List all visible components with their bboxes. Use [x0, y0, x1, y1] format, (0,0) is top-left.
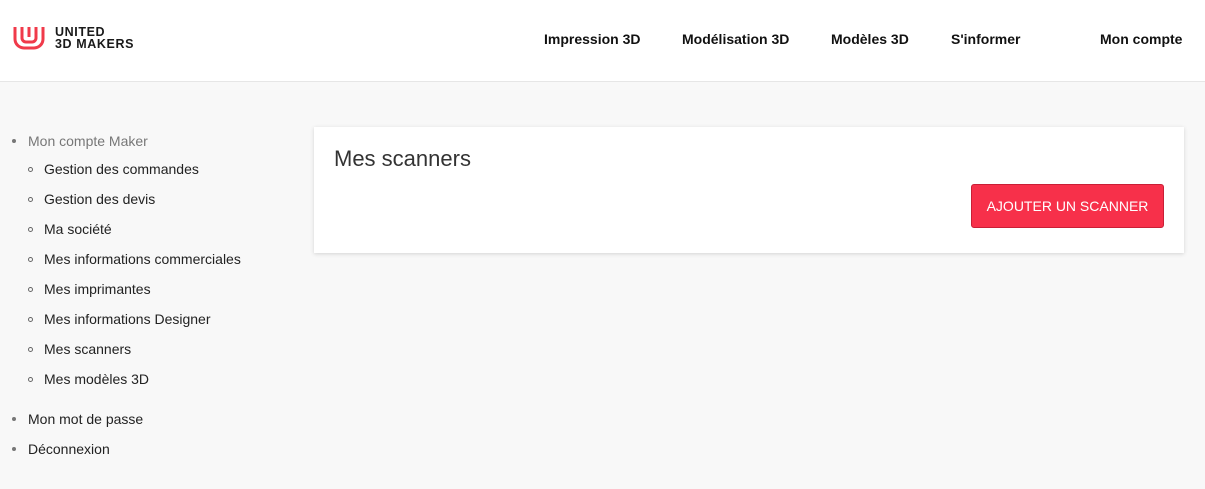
sidebar-item-label: Mes scanners — [44, 341, 132, 357]
page-title: Mes scanners — [334, 146, 471, 171]
bullet-circle-icon — [28, 196, 33, 202]
sidebar-item-label: Mon mot de passe — [28, 411, 144, 427]
bullet-circle-icon — [28, 166, 33, 172]
bullet-icon — [12, 417, 16, 422]
sidebar-item-scanners[interactable]: Mes scanners — [28, 341, 131, 357]
sidebar-section-maker[interactable]: Mon compte Maker — [12, 133, 148, 149]
main-nav: Impression 3D Modélisation 3D Modèles 3D… — [0, 31, 1205, 51]
bullet-icon — [12, 139, 16, 144]
nav-modeles-3d[interactable]: Modèles 3D — [831, 31, 909, 47]
scanners-card: Mes scanners AJOUTER UN SCANNER — [314, 127, 1184, 253]
sidebar-item-logout[interactable]: Déconnexion — [12, 441, 110, 457]
bullet-icon — [12, 447, 16, 452]
sidebar-item-label: Déconnexion — [28, 441, 110, 457]
nav-sinformer[interactable]: S'informer — [951, 31, 1020, 47]
sidebar-item-label: Mes informations commerciales — [44, 251, 241, 267]
bullet-circle-icon — [28, 316, 33, 322]
sidebar-item-label: Gestion des commandes — [44, 161, 199, 177]
nav-mon-compte[interactable]: Mon compte — [1100, 31, 1182, 47]
bullet-circle-icon — [28, 286, 33, 292]
sidebar-item-label: Mes informations Designer — [44, 311, 211, 327]
sidebar-item-infos-commerciales[interactable]: Mes informations commerciales — [28, 251, 241, 267]
sidebar-item-infos-designer[interactable]: Mes informations Designer — [28, 311, 211, 327]
sidebar-item-label: Ma société — [44, 221, 112, 237]
site-header: UNITED 3D MAKERS Impression 3D Modélisat… — [0, 0, 1205, 82]
sidebar-item-password[interactable]: Mon mot de passe — [12, 411, 143, 427]
bullet-circle-icon — [28, 226, 33, 232]
sidebar-item-societe[interactable]: Ma société — [28, 221, 112, 237]
add-scanner-button[interactable]: AJOUTER UN SCANNER — [971, 184, 1164, 228]
sidebar-section-label: Mon compte Maker — [28, 133, 148, 149]
sidebar-item-modeles-3d[interactable]: Mes modèles 3D — [28, 371, 149, 387]
bullet-circle-icon — [28, 256, 33, 262]
nav-impression-3d[interactable]: Impression 3D — [544, 31, 640, 47]
sidebar-item-commandes[interactable]: Gestion des commandes — [28, 161, 199, 177]
sidebar-item-devis[interactable]: Gestion des devis — [28, 191, 155, 207]
bullet-circle-icon — [28, 346, 33, 352]
bullet-circle-icon — [28, 376, 33, 382]
sidebar-item-label: Gestion des devis — [44, 191, 156, 207]
sidebar-item-imprimantes[interactable]: Mes imprimantes — [28, 281, 151, 297]
sidebar-item-label: Mes modèles 3D — [44, 371, 150, 387]
nav-modelisation-3d[interactable]: Modélisation 3D — [682, 31, 789, 47]
sidebar-item-label: Mes imprimantes — [44, 281, 151, 297]
